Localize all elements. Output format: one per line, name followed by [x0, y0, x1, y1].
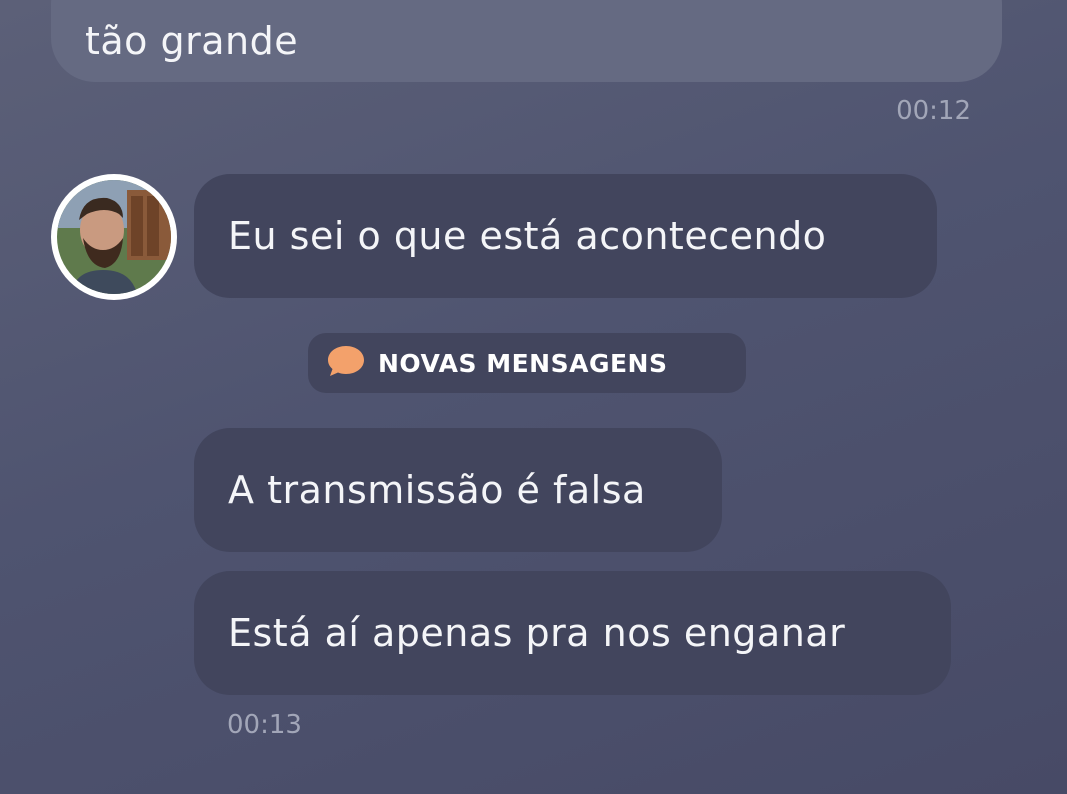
- message-text: tão grande: [85, 19, 299, 63]
- message-text: Eu sei o que está acontecendo: [228, 214, 827, 258]
- person-avatar-icon: [57, 180, 171, 294]
- incoming-message-bubble[interactable]: Eu sei o que está acontecendo: [194, 174, 937, 298]
- incoming-message-bubble[interactable]: Está aí apenas pra nos enganar: [194, 571, 951, 695]
- avatar[interactable]: [51, 174, 177, 300]
- outgoing-message-bubble[interactable]: tão grande: [51, 0, 1002, 82]
- message-timestamp: 00:12: [896, 96, 971, 126]
- new-messages-divider: NOVAS MENSAGENS: [308, 333, 746, 393]
- chat-bubble-icon: [326, 344, 366, 382]
- message-text: A transmissão é falsa: [228, 468, 646, 512]
- message-timestamp: 00:13: [227, 710, 302, 740]
- divider-label: NOVAS MENSAGENS: [378, 348, 668, 378]
- message-text: Está aí apenas pra nos enganar: [228, 611, 846, 655]
- incoming-message-bubble[interactable]: A transmissão é falsa: [194, 428, 722, 552]
